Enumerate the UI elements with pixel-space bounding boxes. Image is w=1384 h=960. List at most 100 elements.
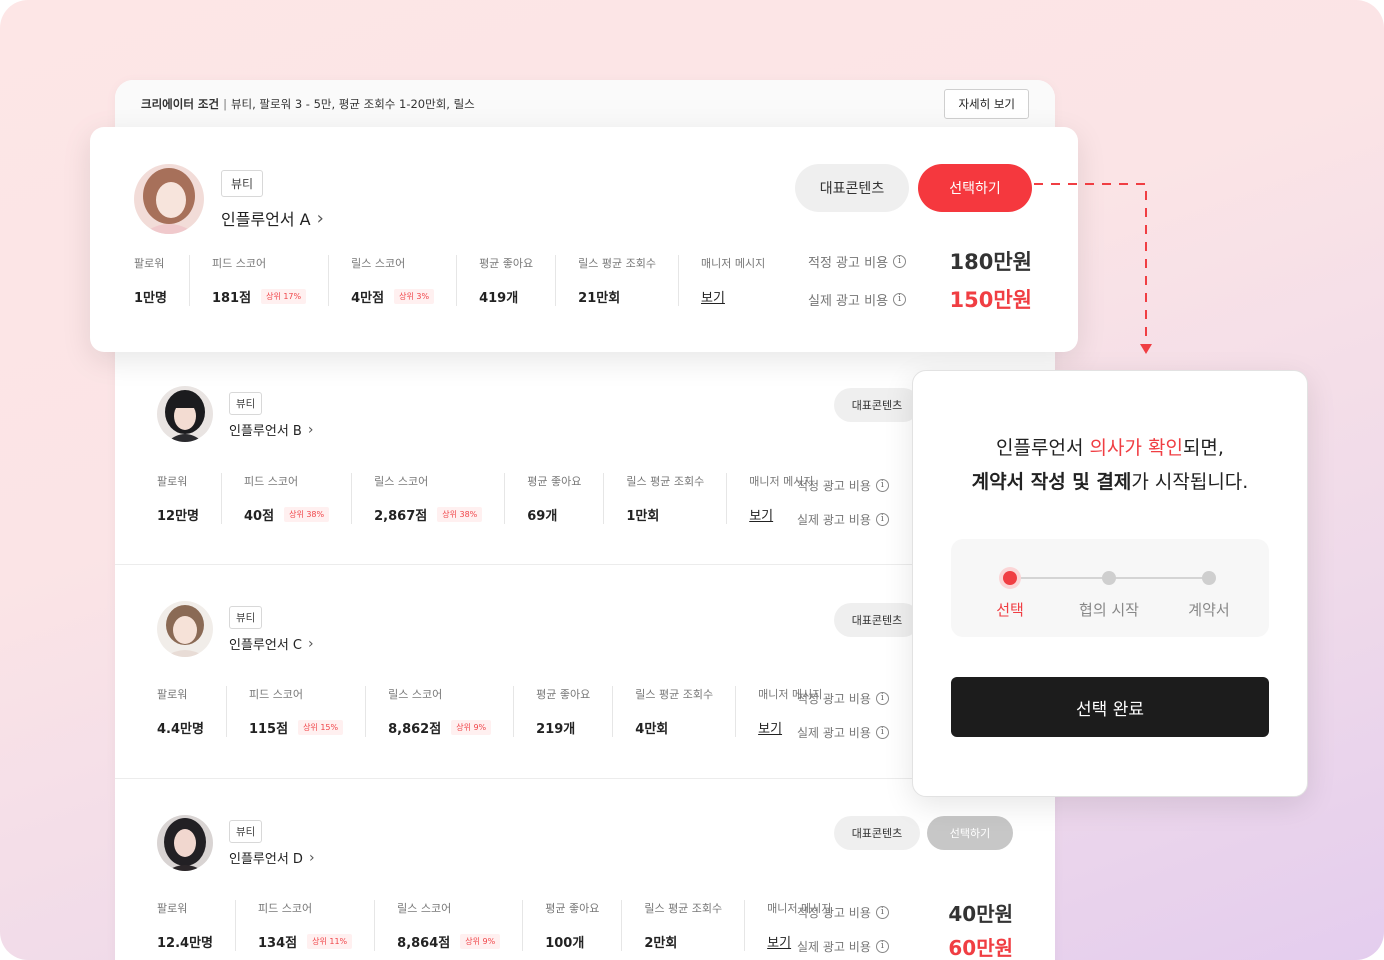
- stat-value: 4만점: [351, 291, 385, 306]
- rank-badge: 상위 17%: [261, 289, 307, 304]
- info-icon[interactable]: i: [893, 254, 907, 268]
- selection-confirm-popup: 인플루언서 의사가 확인되면, 계약서 작성 및 결제가 시작됩니다. 선택 협…: [912, 370, 1308, 797]
- selection-complete-button[interactable]: 선택 완료: [951, 677, 1269, 737]
- info-icon[interactable]: i: [875, 725, 889, 739]
- step-label-negotiation: 협의 시작: [1079, 601, 1139, 619]
- avatar[interactable]: [157, 815, 213, 871]
- stage: 크리에이터 조건 | 뷰티, 팔로워 3 - 5만, 평균 조회수 1-20만회…: [0, 0, 1384, 960]
- std-cost-label: 적정 광고 비용: [797, 905, 871, 920]
- progress-steps: 선택 협의 시작 계약서: [951, 539, 1269, 637]
- rank-badge: 상위 9%: [460, 934, 501, 949]
- rank-badge: 상위 15%: [298, 720, 344, 735]
- info-icon[interactable]: i: [875, 939, 889, 953]
- chevron-right-icon: ›: [308, 635, 314, 652]
- stat-reels-avg-views: 릴스 평균 조회수 4만회: [635, 686, 737, 737]
- stat-label: 릴스 스코어: [351, 257, 406, 270]
- influencer-name: 인플루언서 A: [221, 210, 311, 229]
- price-column: 적정 광고 비용 i 실제 광고 비용 i: [797, 681, 917, 749]
- featured-content-button[interactable]: 대표콘텐츠: [834, 388, 920, 422]
- stat-value: 4.4만명: [157, 722, 204, 737]
- stat-label: 릴스 평균 조회수: [578, 257, 657, 270]
- stat-followers: 팔로워 12만명: [157, 473, 223, 524]
- chevron-right-icon: ›: [307, 421, 314, 438]
- info-icon[interactable]: i: [875, 691, 889, 705]
- condition-text: 뷰티, 팔로워 3 - 5만, 평균 조회수 1-20만회, 릴스: [230, 96, 475, 111]
- featured-content-button[interactable]: 대표콘텐츠: [834, 816, 920, 850]
- price-column: 적정 광고 비용 i 실제 광고 비용 i: [797, 468, 917, 536]
- stat-manager-message: 매니저 메시지보기: [701, 255, 787, 306]
- stat-label: 피드 스코어: [258, 902, 313, 915]
- stat-avg-likes: 평균 좋아요 69개: [527, 473, 605, 524]
- info-icon[interactable]: i: [893, 292, 907, 306]
- featured-content-button[interactable]: 대표콘텐츠: [795, 164, 909, 212]
- rank-badge: 상위 38%: [284, 507, 330, 522]
- avatar[interactable]: [157, 601, 213, 657]
- step-dot-negotiation: [1102, 571, 1116, 585]
- stat-value: 181점: [211, 291, 252, 306]
- view-message-link[interactable]: 보기: [701, 287, 725, 306]
- chevron-right-icon: ›: [308, 849, 315, 866]
- stat-reels-score: 릴스 스코어 4만점 상위 3%: [351, 255, 458, 306]
- avatar[interactable]: [134, 164, 204, 234]
- stat-value: 100개: [545, 936, 585, 951]
- category-tag: 뷰티: [229, 820, 263, 843]
- stat-value: 4만회: [635, 722, 669, 737]
- stats-row: 팔로워 12만명 피드 스코어 40점 상위 38% 릴스 스코어 2,867점 상위 3…: [157, 473, 857, 524]
- dashed-connector-arrow: [1034, 183, 1152, 354]
- real-cost-label: 실제 광고 비용: [797, 512, 871, 527]
- price-column: 적정 광고 비용 i 40만원 실제 광고 비용 i 60만원: [797, 895, 1013, 960]
- stat-reels-score: 릴스 스코어 8,862점 상위 9%: [388, 686, 515, 737]
- stat-avg-likes: 평균 좋아요 219개: [536, 686, 614, 737]
- influencer-name-link[interactable]: 인플루언서 A ›: [221, 206, 324, 230]
- stat-value: 115점: [248, 722, 289, 737]
- stats-row: 팔로워 4.4만명 피드 스코어 115점 상위 15% 릴스 스코어 8,862점 상위…: [157, 686, 866, 737]
- info-icon[interactable]: i: [875, 478, 889, 492]
- influencer-name-link[interactable]: 인플루언서 C ›: [229, 634, 314, 654]
- view-message-link[interactable]: 보기: [767, 932, 791, 951]
- stat-label: 피드 스코어: [248, 688, 304, 701]
- stat-value: 2만회: [644, 936, 678, 951]
- stat-label: 팔로워: [157, 902, 188, 915]
- view-message-link[interactable]: 보기: [749, 505, 773, 524]
- view-message-link[interactable]: 보기: [758, 718, 782, 737]
- stat-feed-score: 피드 스코어 40점 상위 38%: [244, 473, 353, 524]
- select-button[interactable]: 선택하기: [918, 164, 1032, 212]
- popup-line2-bold: 계약서 작성 및 결제: [971, 471, 1132, 493]
- stat-value: 1만명: [134, 291, 167, 306]
- std-cost-label: 적정 광고 비용: [797, 478, 871, 493]
- avatar[interactable]: [157, 386, 213, 442]
- popup-line1-post: 되면,: [1182, 437, 1224, 459]
- stat-label: 피드 스코어: [244, 475, 299, 488]
- stat-label: 평균 좋아요: [479, 257, 534, 270]
- std-cost-label: 적정 광고 비용: [797, 691, 871, 706]
- std-cost-value: 40만원: [948, 901, 1013, 926]
- stat-label: 팔로워: [157, 475, 188, 488]
- influencer-name-link[interactable]: 인플루언서 B ›: [229, 420, 314, 440]
- stat-value: 419개: [479, 291, 519, 306]
- stat-avg-likes: 평균 좋아요 100개: [545, 900, 623, 951]
- stat-reels-avg-views: 릴스 평균 조회수 21만회: [578, 255, 680, 306]
- info-icon[interactable]: i: [875, 512, 889, 526]
- stat-followers: 팔로워 12.4만명: [157, 900, 236, 951]
- stat-label: 릴스 스코어: [374, 475, 429, 488]
- stat-value: 69개: [527, 509, 558, 524]
- select-button-disabled[interactable]: 선택하기: [927, 816, 1013, 850]
- stat-value: 8,864점: [397, 936, 451, 951]
- step-label-select: 선택: [996, 601, 1024, 619]
- influencer-name: 인플루언서 D: [229, 852, 303, 867]
- chevron-right-icon: ›: [316, 207, 324, 229]
- popup-line1-highlight: 의사가 확인: [1089, 437, 1183, 459]
- influencer-name-link[interactable]: 인플루언서 D ›: [229, 848, 315, 868]
- featured-content-button[interactable]: 대표콘텐츠: [834, 603, 920, 637]
- highlighted-influencer-card: 뷰티 인플루언서 A › 대표콘텐츠 선택하기 팔로워 1만명 피드 스코어 181…: [90, 127, 1078, 352]
- real-cost-value: 150만원: [949, 288, 1032, 312]
- stat-label: 평균 좋아요: [536, 688, 591, 701]
- stat-label: 매니저 메시지: [701, 257, 766, 270]
- info-icon[interactable]: i: [875, 905, 889, 919]
- rank-badge: 상위 3%: [394, 289, 435, 304]
- stat-feed-score: 피드 스코어 181점 상위 17%: [211, 255, 330, 306]
- stat-label: 평균 좋아요: [527, 475, 582, 488]
- category-tag: 뷰티: [221, 170, 264, 197]
- detail-view-button[interactable]: 자세히 보기: [944, 88, 1029, 119]
- std-cost-label: 적정 광고 비용: [808, 255, 889, 271]
